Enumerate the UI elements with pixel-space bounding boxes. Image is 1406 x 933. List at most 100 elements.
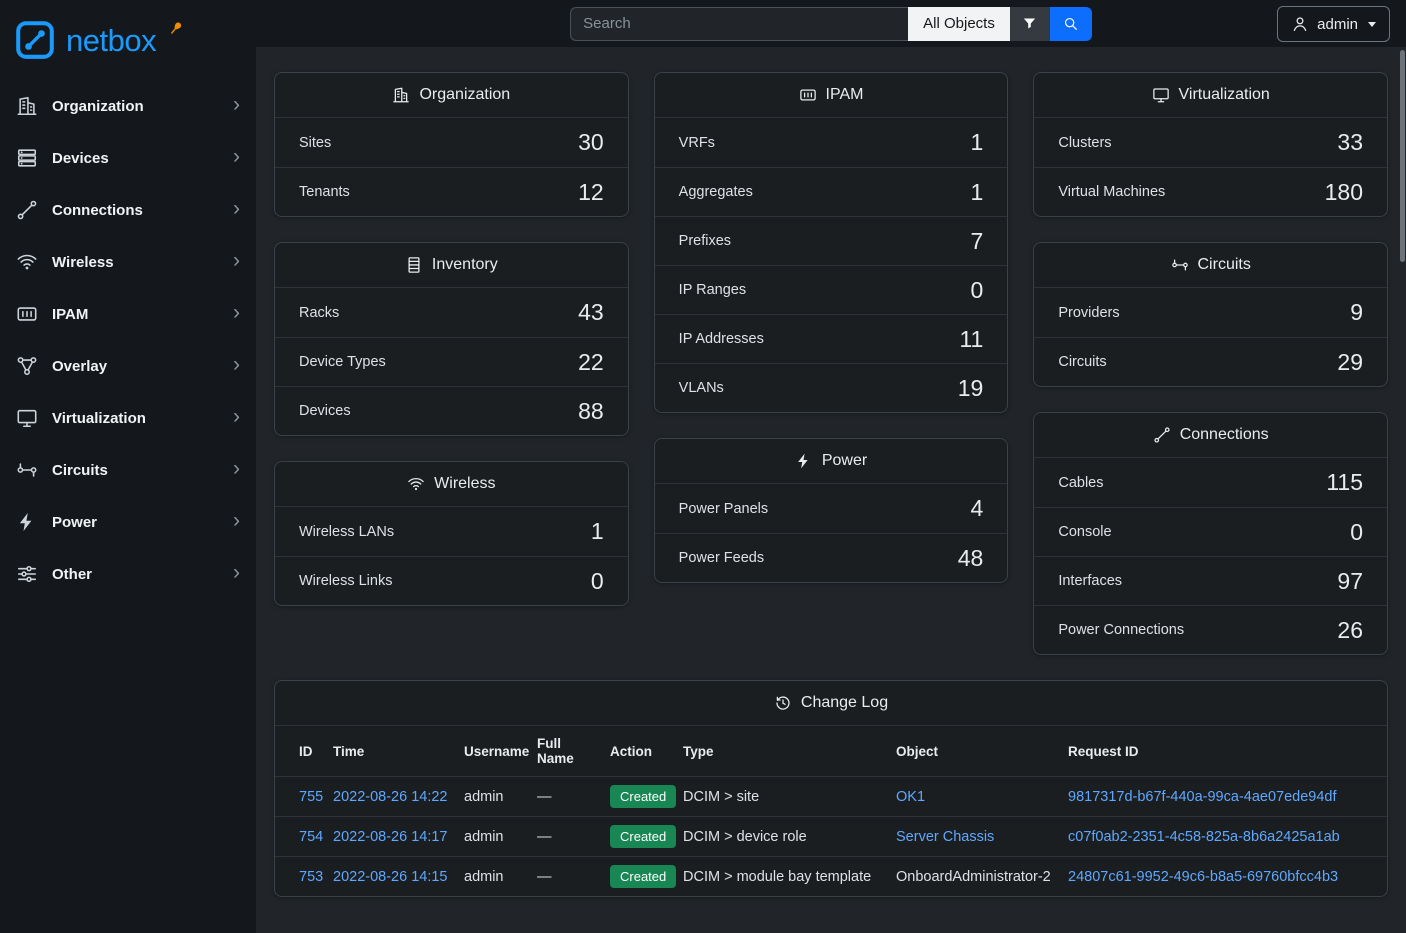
sidebar-item-circuits[interactable]: Circuits ›	[0, 444, 256, 496]
sidebar-item-overlay[interactable]: Overlay ›	[0, 340, 256, 392]
stat-row: Interfaces 97	[1034, 556, 1387, 605]
changelog-request-id-link[interactable]: c07f0ab2-2351-4c58-825a-8b6a2425a1ab	[1068, 829, 1340, 845]
sidebar-item-label: Devices	[52, 150, 219, 167]
column-header-full-name: Full Name	[537, 726, 610, 777]
sidebar-item-other[interactable]: Other ›	[0, 548, 256, 600]
change-log-table: ID Time Username Full Name Action Type O…	[275, 726, 1387, 896]
brand-logo[interactable]: netbox	[0, 0, 256, 80]
stat-label: Devices	[299, 403, 351, 419]
sidebar-nav: Organization › Devices › Connections › W…	[0, 80, 256, 600]
changelog-type: DCIM > device role	[683, 817, 896, 857]
dashboard-column-2: IPAM VRFs 1 Aggregates 1 Prefixes	[654, 72, 1009, 655]
wireless-card: Wireless Wireless LANs 1 Wireless Links …	[274, 461, 629, 606]
stat-value: 0	[591, 568, 604, 595]
stat-label: Power Connections	[1058, 622, 1184, 638]
inventory-card: Inventory Racks 43 Device Types 22 Devic…	[274, 242, 629, 436]
search-group: All Objects	[570, 7, 1092, 41]
other-icon	[16, 563, 38, 585]
stat-row: Circuits 29	[1034, 337, 1387, 386]
changelog-time-link[interactable]: 2022-08-26 14:15	[333, 869, 448, 885]
changelog-time-link[interactable]: 2022-08-26 14:17	[333, 829, 448, 845]
person-icon	[1291, 15, 1309, 33]
chevron-right-icon: ›	[233, 198, 240, 222]
changelog-object: OnboardAdministrator-2	[896, 857, 1068, 897]
topbar: All Objects admin	[256, 0, 1406, 47]
sidebar-item-wireless[interactable]: Wireless ›	[0, 236, 256, 288]
stat-label: Cables	[1058, 475, 1103, 491]
chevron-right-icon: ›	[233, 302, 240, 326]
changelog-id-link[interactable]: 753	[299, 869, 323, 885]
stat-label: Clusters	[1058, 135, 1111, 151]
stat-value: 30	[578, 129, 604, 156]
stat-value: 1	[971, 129, 984, 156]
status-badge: Created	[610, 785, 676, 808]
sidebar-item-devices[interactable]: Devices ›	[0, 132, 256, 184]
changelog-request-id-link[interactable]: 24807c61-9952-49c6-b8a5-69760bfcc4b3	[1068, 869, 1338, 885]
stat-value: 1	[591, 518, 604, 545]
stat-label: Racks	[299, 305, 339, 321]
stat-row: Power Feeds 48	[655, 533, 1008, 582]
changelog-time-link[interactable]: 2022-08-26 14:22	[333, 789, 448, 805]
stat-label: Wireless Links	[299, 573, 392, 589]
sidebar-item-label: Overlay	[52, 358, 219, 375]
stat-value: 19	[958, 375, 984, 402]
card-title: Circuits	[1198, 256, 1251, 274]
card-header: Connections	[1034, 413, 1387, 458]
card-title: Wireless	[434, 475, 495, 493]
stat-value: 43	[578, 299, 604, 326]
sidebar-item-power[interactable]: Power ›	[0, 496, 256, 548]
stat-label: Power Feeds	[679, 550, 764, 566]
changelog-id-link[interactable]: 755	[299, 789, 323, 805]
scrollbar[interactable]	[1400, 50, 1405, 262]
stat-label: Aggregates	[679, 184, 753, 200]
stat-label: Circuits	[1058, 354, 1106, 370]
sidebar-item-virtualization[interactable]: Virtualization ›	[0, 392, 256, 444]
user-menu-button[interactable]: admin	[1277, 6, 1390, 42]
object-type-button[interactable]: All Objects	[908, 7, 1010, 41]
chevron-right-icon: ›	[233, 146, 240, 170]
sidebar-item-ipam[interactable]: IPAM ›	[0, 288, 256, 340]
cable-icon	[1153, 426, 1171, 444]
stat-row: Aggregates 1	[655, 167, 1008, 216]
power-card: Power Power Panels 4 Power Feeds 48	[654, 438, 1009, 583]
stat-row: Racks 43	[275, 288, 628, 337]
card-header: IPAM	[655, 73, 1008, 118]
stat-value: 88	[578, 398, 604, 425]
sidebar-item-label: Wireless	[52, 254, 219, 271]
rack-icon	[405, 256, 423, 274]
changelog-object-link[interactable]: Server Chassis	[896, 829, 994, 845]
filter-button[interactable]	[1010, 7, 1050, 41]
chevron-right-icon: ›	[233, 94, 240, 118]
column-header-type: Type	[683, 726, 896, 777]
dashboard-column-3: Virtualization Clusters 33 Virtual Machi…	[1033, 72, 1388, 655]
changelog-id-link[interactable]: 754	[299, 829, 323, 845]
chevron-right-icon: ›	[233, 562, 240, 586]
column-header-object: Object	[896, 726, 1068, 777]
pushpin-icon	[168, 20, 184, 36]
stat-row: Devices 88	[275, 386, 628, 435]
table-row: 755 2022-08-26 14:22 admin — Created DCI…	[275, 777, 1387, 817]
stat-label: Virtual Machines	[1058, 184, 1165, 200]
sidebar-item-connections[interactable]: Connections ›	[0, 184, 256, 236]
card-title: Organization	[419, 86, 510, 104]
search-input[interactable]	[570, 7, 908, 41]
column-header-id: ID	[275, 726, 333, 777]
changelog-object-link[interactable]: OK1	[896, 789, 925, 805]
stat-row: VLANs 19	[655, 363, 1008, 412]
sidebar-item-organization[interactable]: Organization ›	[0, 80, 256, 132]
chevron-down-icon	[1368, 22, 1376, 27]
card-title: Connections	[1180, 426, 1269, 444]
stat-row: Wireless Links 0	[275, 556, 628, 605]
search-submit-button[interactable]	[1050, 7, 1092, 41]
sidebar-item-label: Other	[52, 566, 219, 583]
stat-label: Sites	[299, 135, 331, 151]
stat-value: 11	[959, 326, 983, 353]
stat-label: Providers	[1058, 305, 1119, 321]
stat-value: 29	[1337, 349, 1363, 376]
changelog-request-id-link[interactable]: 9817317d-b67f-440a-99ca-4ae07ede94df	[1068, 789, 1336, 805]
counter-icon	[799, 86, 817, 104]
column-header-time: Time	[333, 726, 464, 777]
chevron-right-icon: ›	[233, 250, 240, 274]
chevron-right-icon: ›	[233, 458, 240, 482]
card-header: Circuits	[1034, 243, 1387, 288]
